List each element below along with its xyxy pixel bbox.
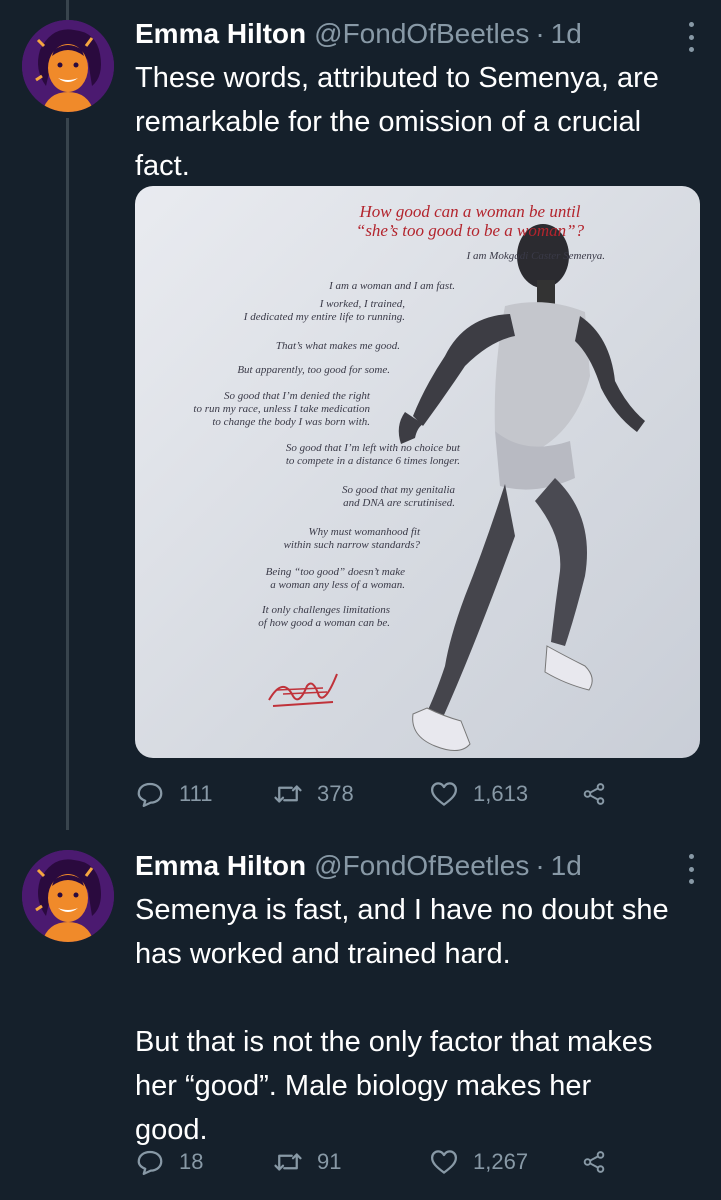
- retweet-count: 378: [317, 781, 354, 806]
- timeline: Emma Hilton @FondOfBeetles · 1d These wo…: [0, 0, 721, 1200]
- display-name[interactable]: Emma Hilton: [135, 18, 306, 50]
- ad-line: So good that I’m left with no choice but…: [285, 442, 460, 467]
- display-name[interactable]: Emma Hilton: [135, 850, 306, 882]
- retweet-count: 91: [317, 1149, 342, 1174]
- tweet-text: These words, attributed to Semenya, are …: [135, 62, 659, 182]
- heart-icon: [431, 782, 457, 806]
- timestamp[interactable]: 1d: [551, 850, 582, 882]
- more-vertical-icon[interactable]: [681, 854, 701, 884]
- tweet[interactable]: Emma Hilton @FondOfBeetles · 1d These wo…: [0, 0, 721, 830]
- handle[interactable]: @FondOfBeetles: [314, 850, 529, 882]
- like-button[interactable]: 1,267: [429, 1147, 581, 1177]
- tweet-media-image[interactable]: How good can a woman be until “she’s too…: [135, 186, 700, 758]
- tweet-header: Emma Hilton @FondOfBeetles · 1d: [135, 14, 703, 54]
- ad-line: That’s what makes me good.: [275, 340, 400, 352]
- ad-line: I worked, I trained, I dedicated my enti…: [243, 298, 405, 323]
- reply-icon: [137, 782, 163, 807]
- reply-count: 111: [179, 781, 213, 806]
- retweet-button[interactable]: 378: [273, 779, 429, 809]
- share-button[interactable]: [581, 1147, 621, 1177]
- reply-icon: [137, 1150, 163, 1175]
- share-icon: [583, 1151, 605, 1173]
- tweet-actions: 18 91 1,267: [135, 1142, 631, 1182]
- avatar[interactable]: [22, 20, 114, 112]
- separator: ·: [535, 18, 545, 49]
- heart-icon: [431, 1150, 457, 1174]
- share-button[interactable]: [581, 779, 621, 809]
- separator: ·: [535, 850, 545, 881]
- retweet-icon: [274, 785, 302, 803]
- signature: [268, 673, 338, 707]
- like-count: 1,267: [473, 1149, 529, 1174]
- like-button[interactable]: 1,613: [429, 779, 581, 809]
- ad-name-line: I am Mokgadi Caster Semenya.: [466, 250, 605, 262]
- tweet-text: Semenya is fast, and I have no doubt she…: [135, 894, 669, 1146]
- ad-line: It only challenges limitations of how go…: [258, 604, 390, 629]
- reply-count: 18: [179, 1149, 204, 1174]
- reply-button[interactable]: 111: [135, 779, 273, 809]
- more-vertical-icon[interactable]: [681, 22, 701, 52]
- ad-line: Why must womanhood fit within such narro…: [283, 526, 420, 551]
- tweet-actions: 111 378 1,613: [135, 774, 631, 814]
- timestamp[interactable]: 1d: [551, 18, 582, 50]
- ad-headline: How good can a woman be until “she’s too…: [355, 202, 585, 240]
- ad-line: So good that my genitalia and DNA are sc…: [341, 484, 455, 509]
- retweet-button[interactable]: 91: [273, 1147, 429, 1177]
- tweet-header: Emma Hilton @FondOfBeetles · 1d: [135, 846, 703, 886]
- ad-line: I am a woman and I am fast.: [329, 280, 455, 292]
- reply-button[interactable]: 18: [135, 1147, 273, 1177]
- share-icon: [583, 783, 605, 805]
- ad-line: But apparently, too good for some.: [237, 364, 390, 376]
- ad-line: Being “too good” doesn’t make a woman an…: [265, 566, 405, 591]
- handle[interactable]: @FondOfBeetles: [314, 18, 529, 50]
- tweet[interactable]: Emma Hilton @FondOfBeetles · 1d Semenya …: [0, 830, 721, 1200]
- like-count: 1,613: [473, 781, 529, 806]
- avatar[interactable]: [22, 850, 114, 942]
- retweet-icon: [274, 1153, 302, 1171]
- ad-line: So good that I’m denied the right to run…: [193, 390, 370, 428]
